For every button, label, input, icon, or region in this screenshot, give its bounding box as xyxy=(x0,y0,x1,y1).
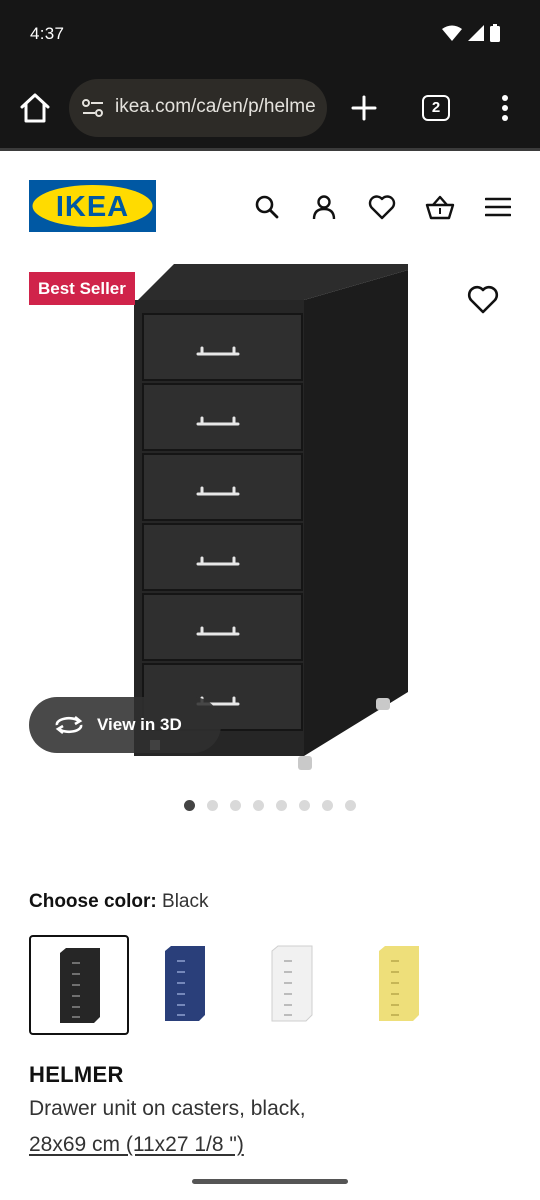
status-icons xyxy=(442,24,500,42)
svg-text:IKEA: IKEA xyxy=(56,191,129,223)
account-icon[interactable] xyxy=(307,190,341,224)
cart-icon[interactable] xyxy=(423,190,457,224)
gallery-dot[interactable] xyxy=(207,800,218,811)
battery-icon xyxy=(490,24,500,42)
product-name: HELMER xyxy=(29,1062,124,1087)
choose-color-heading: Choose color: Black xyxy=(29,891,208,913)
product-size-link[interactable]: 28x69 cm (11x27 1/8 ") xyxy=(29,1133,244,1157)
status-time: 4:37 xyxy=(30,24,65,43)
swatch-white[interactable] xyxy=(243,935,343,1035)
browser-divider xyxy=(0,148,540,151)
new-tab-icon[interactable] xyxy=(350,94,378,122)
product-description: Drawer unit on casters, black, xyxy=(29,1097,306,1120)
swatch-blue-thumbnail xyxy=(165,946,205,1021)
swatch-blue[interactable] xyxy=(136,935,236,1035)
favourites-icon[interactable] xyxy=(365,190,399,224)
save-to-favourites-icon[interactable] xyxy=(467,284,499,316)
overflow-menu-icon[interactable] xyxy=(498,94,512,122)
best-seller-badge: Best Seller xyxy=(29,272,135,305)
gallery-dot[interactable] xyxy=(345,800,356,811)
home-icon[interactable] xyxy=(18,92,52,124)
wifi-icon xyxy=(442,25,462,41)
swatch-yellow[interactable] xyxy=(350,935,450,1035)
gallery-dot[interactable] xyxy=(230,800,241,811)
gallery-dot[interactable] xyxy=(253,800,264,811)
ikea-logo[interactable]: IKEA xyxy=(29,180,156,232)
tab-switcher-button[interactable]: 2 xyxy=(422,95,450,121)
swatch-white-thumbnail xyxy=(271,945,313,1022)
status-bar: 4:37 xyxy=(0,0,540,68)
gallery-dot[interactable] xyxy=(299,800,310,811)
gallery-dot[interactable] xyxy=(184,800,195,811)
selected-color-value: Black xyxy=(162,891,209,912)
gesture-navigation-bar[interactable] xyxy=(192,1179,348,1184)
rotate-3d-icon xyxy=(53,713,85,737)
gallery-dot[interactable] xyxy=(322,800,333,811)
gallery-dot[interactable] xyxy=(276,800,287,811)
gallery-pagination xyxy=(0,800,540,812)
header-actions xyxy=(250,190,515,224)
choose-color-label: Choose color: xyxy=(29,891,157,912)
swatch-black-thumbnail xyxy=(60,948,100,1023)
hamburger-menu-icon[interactable] xyxy=(481,190,515,224)
cellular-signal-icon xyxy=(468,25,484,41)
browser-toolbar: ikea.com/ca/en/p/helmer 2 xyxy=(0,68,540,148)
color-swatches xyxy=(29,935,509,1035)
site-settings-icon[interactable] xyxy=(81,98,105,118)
search-icon[interactable] xyxy=(250,190,284,224)
swatch-yellow-thumbnail xyxy=(379,946,419,1021)
view-in-3d-button[interactable]: View in 3D xyxy=(29,697,221,753)
address-bar[interactable]: ikea.com/ca/en/p/helmer xyxy=(69,79,327,137)
swatch-black[interactable] xyxy=(29,935,129,1035)
url-text: ikea.com/ca/en/p/helmer xyxy=(115,96,315,117)
view-in-3d-label: View in 3D xyxy=(97,715,182,734)
